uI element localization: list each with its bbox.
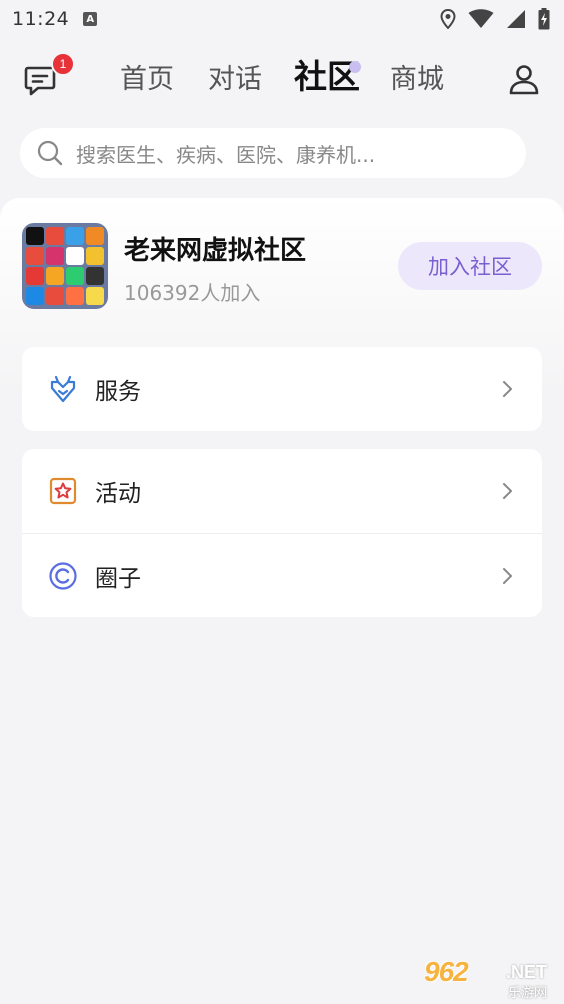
battery-charging-icon	[538, 8, 550, 30]
chevron-right-icon	[503, 568, 512, 584]
menu-label-service: 服务	[95, 379, 141, 405]
service-card: 服务	[22, 347, 542, 431]
chevron-right-icon	[503, 483, 512, 499]
message-count-badge: 1	[51, 52, 75, 76]
notification-a-icon: A	[83, 12, 98, 26]
watermark-logo: 962 .NET 乐游网	[424, 956, 558, 1001]
search-input[interactable]: 搜索医生、疾病、医院、康养机...	[20, 128, 526, 178]
wifi-icon	[468, 9, 494, 28]
tab-home[interactable]: 首页	[120, 62, 174, 98]
menu-label-circle: 圈子	[95, 565, 141, 592]
active-tab-indicator	[349, 61, 361, 73]
status-time: 11:24	[12, 8, 70, 30]
community-member-count: 106392人加入	[124, 281, 261, 305]
menu-item-activity[interactable]: 活动	[22, 449, 542, 533]
search-icon	[37, 140, 63, 166]
watermark-sub: 乐游网	[508, 986, 548, 1001]
activity-star-icon	[48, 476, 78, 506]
community-logo	[22, 223, 108, 309]
activity-circle-card: 活动 圈子	[22, 449, 542, 617]
profile-button[interactable]	[506, 62, 542, 98]
tab-chat[interactable]: 对话	[208, 62, 262, 98]
watermark-net: .NET	[506, 962, 548, 982]
join-community-button[interactable]: 加入社区	[398, 242, 542, 290]
status-icons	[440, 8, 550, 30]
search-placeholder: 搜索医生、疾病、医院、康养机...	[76, 142, 376, 167]
menu-item-circle[interactable]: 圈子	[22, 533, 542, 617]
watermark-number: 962	[424, 956, 469, 987]
service-icon	[48, 374, 78, 404]
user-icon	[509, 65, 539, 95]
tab-mall[interactable]: 商城	[390, 62, 444, 98]
location-icon	[440, 9, 456, 29]
chevron-right-icon	[503, 381, 512, 397]
menu-item-service[interactable]: 服务	[22, 347, 542, 431]
community-name: 老来网虚拟社区	[124, 236, 307, 266]
menu-label-activity: 活动	[95, 481, 141, 507]
circle-icon	[48, 561, 78, 591]
signal-icon	[507, 10, 525, 28]
status-bar: 11:24 A	[0, 0, 564, 38]
top-navigation: 1 首页 对话 社区 商城	[0, 50, 564, 110]
